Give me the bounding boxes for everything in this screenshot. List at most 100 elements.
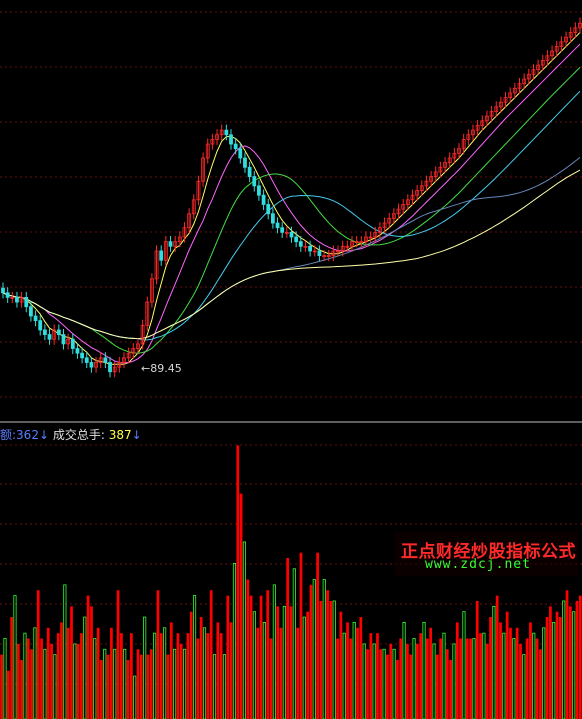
volume-bar bbox=[419, 633, 423, 719]
volume-bar bbox=[120, 633, 123, 719]
candle-body bbox=[261, 194, 266, 205]
candle-body bbox=[38, 320, 43, 331]
volume-bar bbox=[236, 445, 240, 719]
volume-bar bbox=[302, 616, 306, 719]
volume-bar bbox=[512, 638, 516, 719]
watermark-url: www.zdcj.net bbox=[425, 557, 531, 572]
candle-body bbox=[257, 185, 261, 196]
volume-bar bbox=[455, 622, 459, 719]
volume-bar bbox=[20, 659, 23, 719]
volume-bar bbox=[90, 606, 93, 719]
candle-body bbox=[308, 245, 313, 252]
volume-bar bbox=[246, 579, 250, 719]
volume-bar bbox=[252, 611, 256, 719]
volume-bar bbox=[53, 654, 57, 719]
candle-body bbox=[61, 334, 66, 345]
volume-bar bbox=[555, 611, 559, 719]
volume-bar bbox=[366, 649, 369, 719]
volume-bar bbox=[143, 616, 147, 719]
volume-bar bbox=[259, 595, 263, 719]
vol-total-label: 成交总手: bbox=[52, 428, 105, 442]
stock-chart: ←89.45 额:362↓ 成交总手: 387↓ 正点财经炒股指标公式 www.… bbox=[0, 0, 582, 719]
volume-bar bbox=[219, 633, 223, 719]
volume-bar bbox=[336, 638, 339, 719]
volume-bar bbox=[522, 654, 526, 719]
candle-body bbox=[247, 166, 252, 177]
volume-bar bbox=[412, 638, 416, 719]
volume-bar bbox=[525, 638, 529, 719]
volume-bar bbox=[402, 622, 406, 719]
volume-bar bbox=[169, 622, 173, 719]
volume-bar bbox=[416, 643, 419, 719]
candle-body bbox=[270, 213, 275, 224]
volume-bar bbox=[539, 649, 542, 719]
volume-bar bbox=[326, 590, 329, 719]
volume-bar bbox=[70, 606, 73, 719]
volume-bar bbox=[502, 632, 506, 719]
candle-body bbox=[5, 292, 10, 298]
vol-amount-arrow-icon: ↓ bbox=[38, 428, 50, 442]
volume-bar bbox=[552, 622, 556, 719]
volume-bar bbox=[542, 627, 546, 719]
volume-bar bbox=[565, 590, 569, 719]
volume-bar bbox=[56, 633, 60, 719]
volume-bar bbox=[396, 659, 399, 719]
volume-bar bbox=[50, 643, 53, 719]
volume-bar bbox=[289, 606, 293, 719]
volume-bar bbox=[362, 643, 366, 719]
volume-bar bbox=[489, 617, 492, 719]
ma-line-20 bbox=[2, 67, 581, 354]
volume-bar bbox=[575, 600, 579, 719]
volume-bar bbox=[130, 633, 133, 719]
volume-bar bbox=[166, 654, 170, 719]
volume-bar bbox=[239, 493, 243, 719]
volume-bar bbox=[86, 595, 90, 719]
ma-line-90 bbox=[2, 169, 581, 340]
volume-bar bbox=[475, 600, 479, 719]
volume-bar bbox=[425, 638, 429, 719]
volume-bar bbox=[106, 654, 110, 719]
candle-body bbox=[75, 348, 80, 354]
volume-bar bbox=[26, 638, 30, 719]
volume-bar bbox=[262, 622, 266, 719]
volume-bar bbox=[349, 638, 353, 719]
candle-body bbox=[47, 334, 52, 340]
volume-bar bbox=[269, 638, 273, 719]
volume-bar bbox=[159, 633, 163, 719]
volume-bar bbox=[73, 643, 77, 719]
volume-bar bbox=[199, 617, 203, 719]
volume-bar bbox=[479, 633, 482, 719]
volume-bar bbox=[319, 600, 323, 719]
candle-body bbox=[243, 157, 247, 168]
volume-bar bbox=[535, 638, 539, 719]
volume-bar bbox=[515, 627, 519, 719]
volume-bar bbox=[232, 563, 237, 719]
volume-bar bbox=[6, 670, 10, 719]
volume-bar bbox=[572, 611, 576, 719]
volume-bar bbox=[192, 595, 197, 719]
volume-bar bbox=[163, 627, 167, 719]
candle-body bbox=[15, 297, 19, 303]
volume-bar bbox=[299, 552, 303, 719]
ma-line-30 bbox=[2, 90, 581, 341]
volume-bar bbox=[432, 643, 436, 719]
volume-bar bbox=[212, 654, 217, 719]
volume-bar bbox=[332, 600, 336, 719]
volume-bar bbox=[256, 627, 260, 719]
volume-bar bbox=[176, 633, 180, 719]
volume-bar bbox=[153, 632, 157, 719]
volume-bar bbox=[113, 648, 117, 719]
volume-bar bbox=[222, 654, 227, 719]
volume-header: 额:362↓ 成交总手: 387↓ bbox=[0, 426, 142, 443]
volume-bar bbox=[492, 605, 496, 719]
volume-bar bbox=[389, 643, 393, 719]
volume-bar bbox=[202, 627, 207, 719]
candle-body bbox=[168, 241, 173, 247]
candle-body bbox=[252, 176, 257, 187]
volume-bar bbox=[3, 638, 7, 719]
volume-bar bbox=[306, 611, 309, 719]
volume-bar bbox=[472, 638, 476, 719]
volume-bar bbox=[342, 632, 346, 719]
volume-bar bbox=[183, 648, 187, 719]
volume-bar bbox=[110, 627, 113, 719]
